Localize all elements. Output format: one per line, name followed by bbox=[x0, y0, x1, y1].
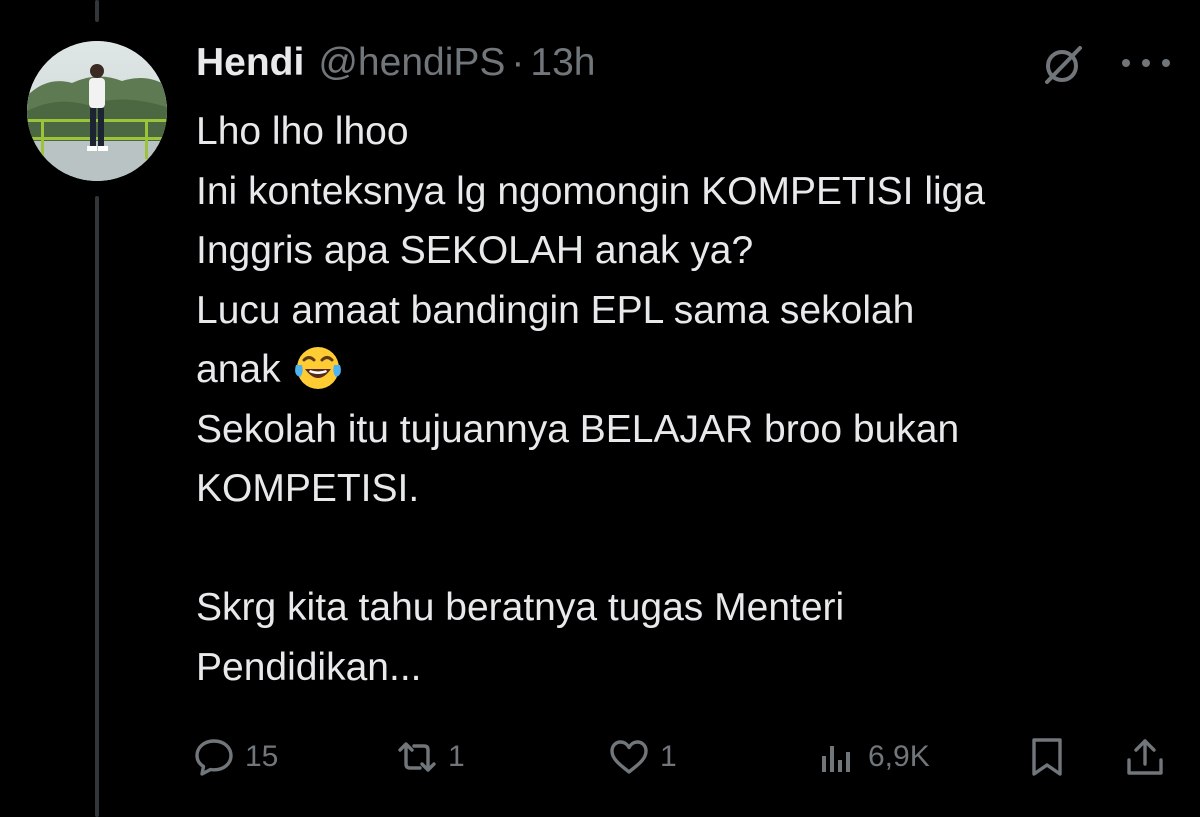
reply-icon bbox=[195, 739, 233, 776]
tweet-text-line: anak bbox=[196, 348, 281, 391]
like-icon bbox=[610, 740, 648, 774]
thread-line-bottom bbox=[95, 196, 99, 817]
tweet-text-line: Ini konteksnya lg ngomongin KOMPETISI li… bbox=[196, 169, 986, 213]
tweet-header: Hendi @hendiPS · 13h bbox=[196, 36, 595, 90]
repost-icon bbox=[398, 742, 436, 772]
tweet-text-line: Inggris apa SEKOLAH anak ya? bbox=[196, 229, 754, 272]
more-icon[interactable] bbox=[1122, 55, 1170, 71]
tweet-text-line: Pendidikan... bbox=[196, 645, 422, 689]
tweet-text-line: Lucu amaat bandingin EPL sama sekolah bbox=[196, 288, 915, 332]
tweet-text: Lho lho lhoo Ini konteksnya lg ngomongin… bbox=[196, 102, 1186, 697]
views-count: 6,9K bbox=[868, 740, 930, 773]
tweet-text-line: Lho lho lhoo bbox=[196, 110, 409, 153]
tweet-text-line: Skrg kita tahu beratnya tugas Menteri bbox=[196, 586, 845, 629]
laughing-crying-emoji-icon bbox=[294, 346, 341, 389]
share-button[interactable] bbox=[1124, 730, 1166, 784]
reply-count: 15 bbox=[245, 740, 279, 773]
timestamp[interactable]: 13h bbox=[530, 36, 595, 90]
tweet-text-line: KOMPETISI. bbox=[196, 467, 420, 510]
repost-button[interactable]: 1 bbox=[396, 730, 465, 784]
more-icon-dot bbox=[1162, 59, 1170, 67]
thread-line-top bbox=[95, 0, 99, 22]
bookmark-button[interactable] bbox=[1026, 730, 1068, 784]
like-count: 1 bbox=[660, 740, 677, 773]
tweet-text-line-with-emoji: anak bbox=[196, 340, 1186, 400]
grok-icon[interactable] bbox=[1040, 42, 1086, 88]
user-handle[interactable]: @hendiPS bbox=[318, 36, 505, 90]
more-icon-dot bbox=[1122, 59, 1130, 67]
like-button[interactable]: 1 bbox=[608, 730, 677, 784]
separator-dot: · bbox=[511, 41, 525, 84]
repost-count: 1 bbox=[448, 740, 465, 773]
display-name[interactable]: Hendi bbox=[196, 36, 304, 90]
avatar[interactable] bbox=[27, 41, 167, 181]
tweet-actions: 15 1 1 6,9K bbox=[0, 730, 1200, 784]
views-icon bbox=[822, 746, 850, 772]
more-icon-dot bbox=[1142, 59, 1150, 67]
tweet-text-line: Sekolah itu tujuannya BELAJAR broo bukan bbox=[196, 407, 960, 451]
views-button[interactable]: 6,9K bbox=[816, 730, 930, 784]
reply-button[interactable]: 15 bbox=[193, 730, 278, 784]
share-icon bbox=[1127, 739, 1163, 775]
bookmark-icon bbox=[1032, 738, 1062, 776]
